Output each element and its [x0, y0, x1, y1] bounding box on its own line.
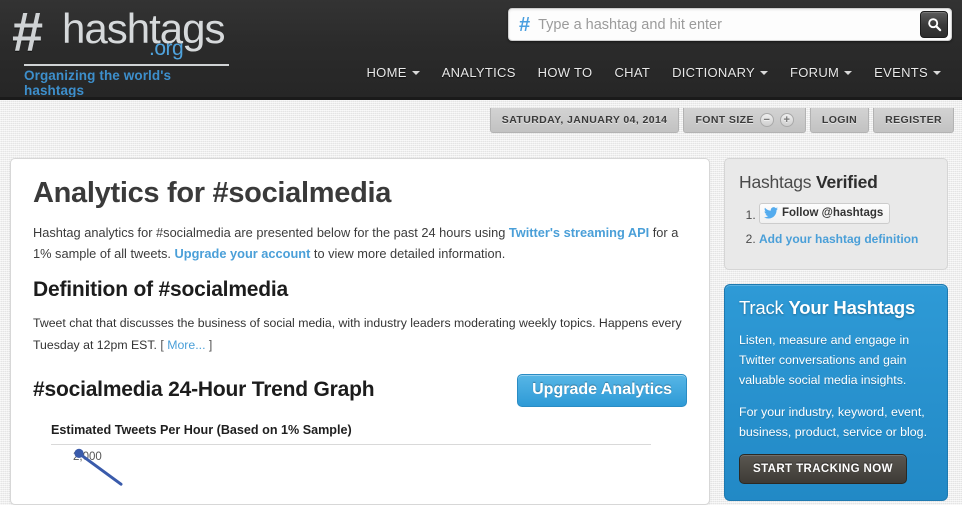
verified-list: Follow @hashtags Add your hashtag defini…: [739, 203, 933, 248]
more-link[interactable]: More...: [167, 338, 205, 352]
chart-plot-area: 2,000: [51, 445, 671, 504]
verified-title: Hashtags Verified: [739, 172, 933, 193]
main-navigation: HOME ANALYTICS HOW TO CHAT DICTIONARY FO…: [355, 60, 952, 85]
search-button[interactable]: [920, 11, 948, 38]
chevron-down-icon: [933, 70, 941, 75]
more-wrapper: [ More... ]: [160, 338, 212, 352]
intro-paragraph: Hashtag analytics for #socialmedia are p…: [33, 223, 687, 264]
search-input[interactable]: [534, 16, 920, 33]
nav-item-how-to[interactable]: HOW TO: [527, 60, 604, 85]
nav-item-events[interactable]: EVENTS: [863, 60, 952, 85]
verified-title-bold: Verified: [816, 172, 878, 192]
font-size-label: FONT SIZE: [695, 114, 754, 126]
promo-title: Track Your Hashtags: [739, 297, 933, 319]
logo-divider: [24, 64, 229, 66]
logo-wordmark: hashtags: [62, 5, 225, 52]
nav-label: CHAT: [614, 65, 651, 80]
nav-item-dictionary[interactable]: DICTIONARY: [661, 60, 779, 85]
upgrade-analytics-button[interactable]: Upgrade Analytics: [517, 373, 687, 407]
promo-title-light: Track: [739, 296, 789, 318]
nav-item-home[interactable]: HOME: [355, 60, 430, 85]
nav-item-chat[interactable]: CHAT: [603, 60, 661, 85]
nav-item-analytics[interactable]: ANALYTICS: [431, 60, 527, 85]
chart-data-point: [74, 448, 84, 458]
nav-item-forum[interactable]: FORUM: [779, 60, 863, 85]
nav-label: HOME: [366, 65, 407, 80]
graph-heading: #socialmedia 24-Hour Trend Graph: [33, 378, 375, 402]
track-hashtags-promo: Track Your Hashtags Listen, measure and …: [724, 283, 948, 502]
search-icon: [927, 18, 941, 32]
current-date: SATURDAY, JANUARY 04, 2014: [489, 108, 680, 133]
logo-tagline: Organizing the world's hashtags: [24, 68, 172, 98]
page-body: Analytics for #socialmedia Hashtag analy…: [0, 158, 962, 505]
definition-text: Tweet chat that discusses the business o…: [33, 313, 687, 355]
upgrade-account-link[interactable]: Upgrade your account: [175, 246, 311, 261]
definition-heading: Definition of #socialmedia: [33, 278, 289, 302]
intro-text-1: Hashtag analytics for #socialmedia are p…: [33, 225, 509, 240]
chevron-down-icon: [844, 70, 853, 75]
chart-canvas: [74, 448, 123, 486]
hash-prefix-icon: #: [519, 13, 531, 36]
chevron-down-icon: [760, 70, 768, 75]
search-bar: #: [508, 8, 952, 41]
font-increase-icon[interactable]: +: [779, 113, 794, 127]
nav-label: DICTIONARY: [672, 65, 755, 80]
twitter-follow-label: Follow @hashtags: [782, 207, 884, 219]
list-item: Add your hashtag definition: [759, 231, 933, 248]
content-columns: Analytics for #socialmedia Hashtag analy…: [10, 158, 952, 505]
register-button[interactable]: REGISTER: [873, 108, 954, 133]
logo-tld: .org: [149, 37, 184, 60]
hash-icon: #: [12, 0, 43, 63]
chart-line-segment: [77, 451, 123, 486]
promo-paragraph-2: For your industry, keyword, event, busin…: [739, 405, 928, 440]
logo-mark: # hashtags .org: [12, 4, 227, 60]
chart-title: Estimated Tweets Per Hour (Based on 1% S…: [51, 423, 651, 445]
sidebar: Hashtags Verified Follow @hashtags Add y…: [724, 158, 948, 505]
nav-label: ANALYTICS: [441, 65, 516, 80]
font-size-control: FONT SIZE − +: [683, 108, 806, 133]
promo-paragraph-1: Listen, measure and engage in Twitter co…: [739, 332, 910, 388]
trend-chart: Estimated Tweets Per Hour (Based on 1% S…: [33, 423, 687, 504]
nav-label: EVENTS: [874, 65, 928, 80]
promo-title-bold: Your Hashtags: [788, 296, 916, 318]
verified-title-light: Hashtags: [739, 172, 816, 192]
definition-body: Tweet chat that discusses the business o…: [33, 316, 682, 352]
intro-text-3: to view more detailed information.: [310, 245, 506, 261]
nav-label: HOW TO: [537, 65, 593, 80]
graph-header: #socialmedia 24-Hour Trend Graph Upgrade…: [33, 373, 687, 407]
add-hashtag-definition-link[interactable]: Add your hashtag definition: [759, 232, 918, 246]
login-button[interactable]: LOGIN: [809, 108, 870, 133]
site-header: # hashtags .org Organizing the world's h…: [0, 0, 962, 100]
hashtags-verified-box: Hashtags Verified Follow @hashtags Add y…: [724, 158, 948, 270]
more-close-bracket: ]: [205, 337, 213, 352]
page-title: Analytics for #socialmedia: [33, 177, 392, 209]
twitter-follow-button[interactable]: Follow @hashtags: [759, 203, 891, 225]
twitter-bird-icon: [764, 207, 778, 219]
list-item: Follow @hashtags: [759, 203, 933, 225]
font-decrease-icon[interactable]: −: [759, 113, 774, 127]
twitter-api-link[interactable]: Twitter's streaming API: [509, 225, 649, 240]
start-tracking-button[interactable]: START TRACKING NOW: [739, 454, 907, 485]
site-logo[interactable]: # hashtags .org Organizing the world's h…: [12, 4, 229, 97]
main-content-card: Analytics for #socialmedia Hashtag analy…: [10, 158, 710, 505]
utility-bar: SATURDAY, JANUARY 04, 2014 FONT SIZE − +…: [489, 108, 954, 133]
chevron-down-icon: [411, 70, 420, 75]
nav-label: FORUM: [790, 65, 840, 80]
